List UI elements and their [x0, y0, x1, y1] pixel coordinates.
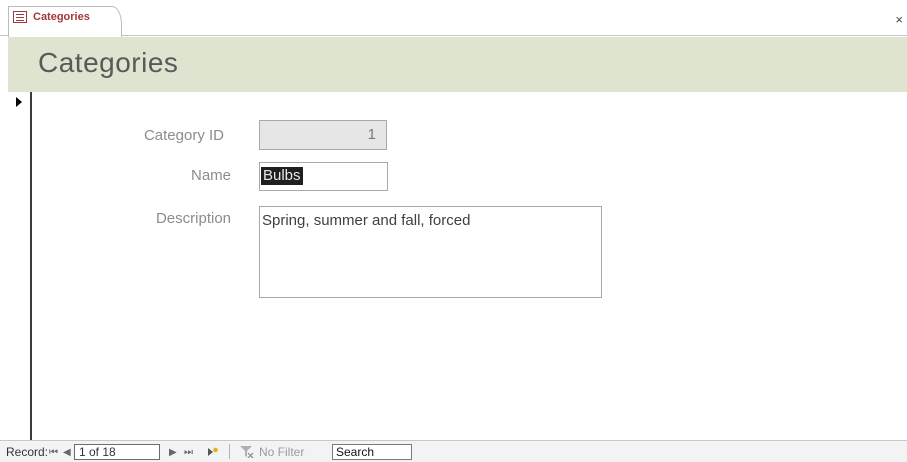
form-icon [13, 11, 27, 23]
name-field[interactable]: Bulbs [259, 162, 388, 191]
description-field[interactable]: Spring, summer and fall, forced [259, 206, 602, 298]
form-detail: Category ID 1 Name Bulbs Description Spr… [34, 92, 907, 440]
tab-label: Categories [33, 11, 90, 23]
description-label: Description [155, 210, 231, 227]
filter-icon [240, 446, 254, 458]
next-record-button[interactable]: ▶ [169, 446, 177, 460]
first-record-button[interactable]: ⏮ [49, 446, 58, 460]
current-record-arrow-icon [16, 97, 22, 107]
new-record-icon[interactable] [208, 447, 218, 457]
current-record-field[interactable]: 1 of 18 [74, 444, 160, 460]
name-value: Bulbs [261, 167, 303, 185]
record-navigation-bar: Record: ⏮ ◀ 1 of 18 ▶ ⏭ No Filter Search [0, 440, 907, 462]
previous-record-button[interactable]: ◀ [63, 446, 71, 460]
no-filter-button[interactable]: No Filter [259, 445, 304, 459]
document-tab-strip: Categories × [0, 0, 907, 37]
name-label: Name [190, 167, 231, 184]
last-record-button[interactable]: ⏭ [184, 446, 193, 460]
close-icon[interactable]: × [895, 13, 903, 26]
tab-categories[interactable]: Categories [8, 6, 122, 37]
category-id-label: Category ID [143, 127, 224, 144]
search-input[interactable]: Search [332, 444, 412, 460]
description-value: Spring, summer and fall, forced [262, 212, 471, 229]
category-id-field[interactable]: 1 [259, 120, 387, 150]
separator [229, 444, 230, 459]
record-label: Record: [6, 445, 49, 459]
page-title: Categories [38, 47, 179, 78]
record-selector[interactable] [8, 92, 32, 440]
form-header: Categories [8, 37, 907, 92]
category-id-value: 1 [367, 126, 376, 143]
